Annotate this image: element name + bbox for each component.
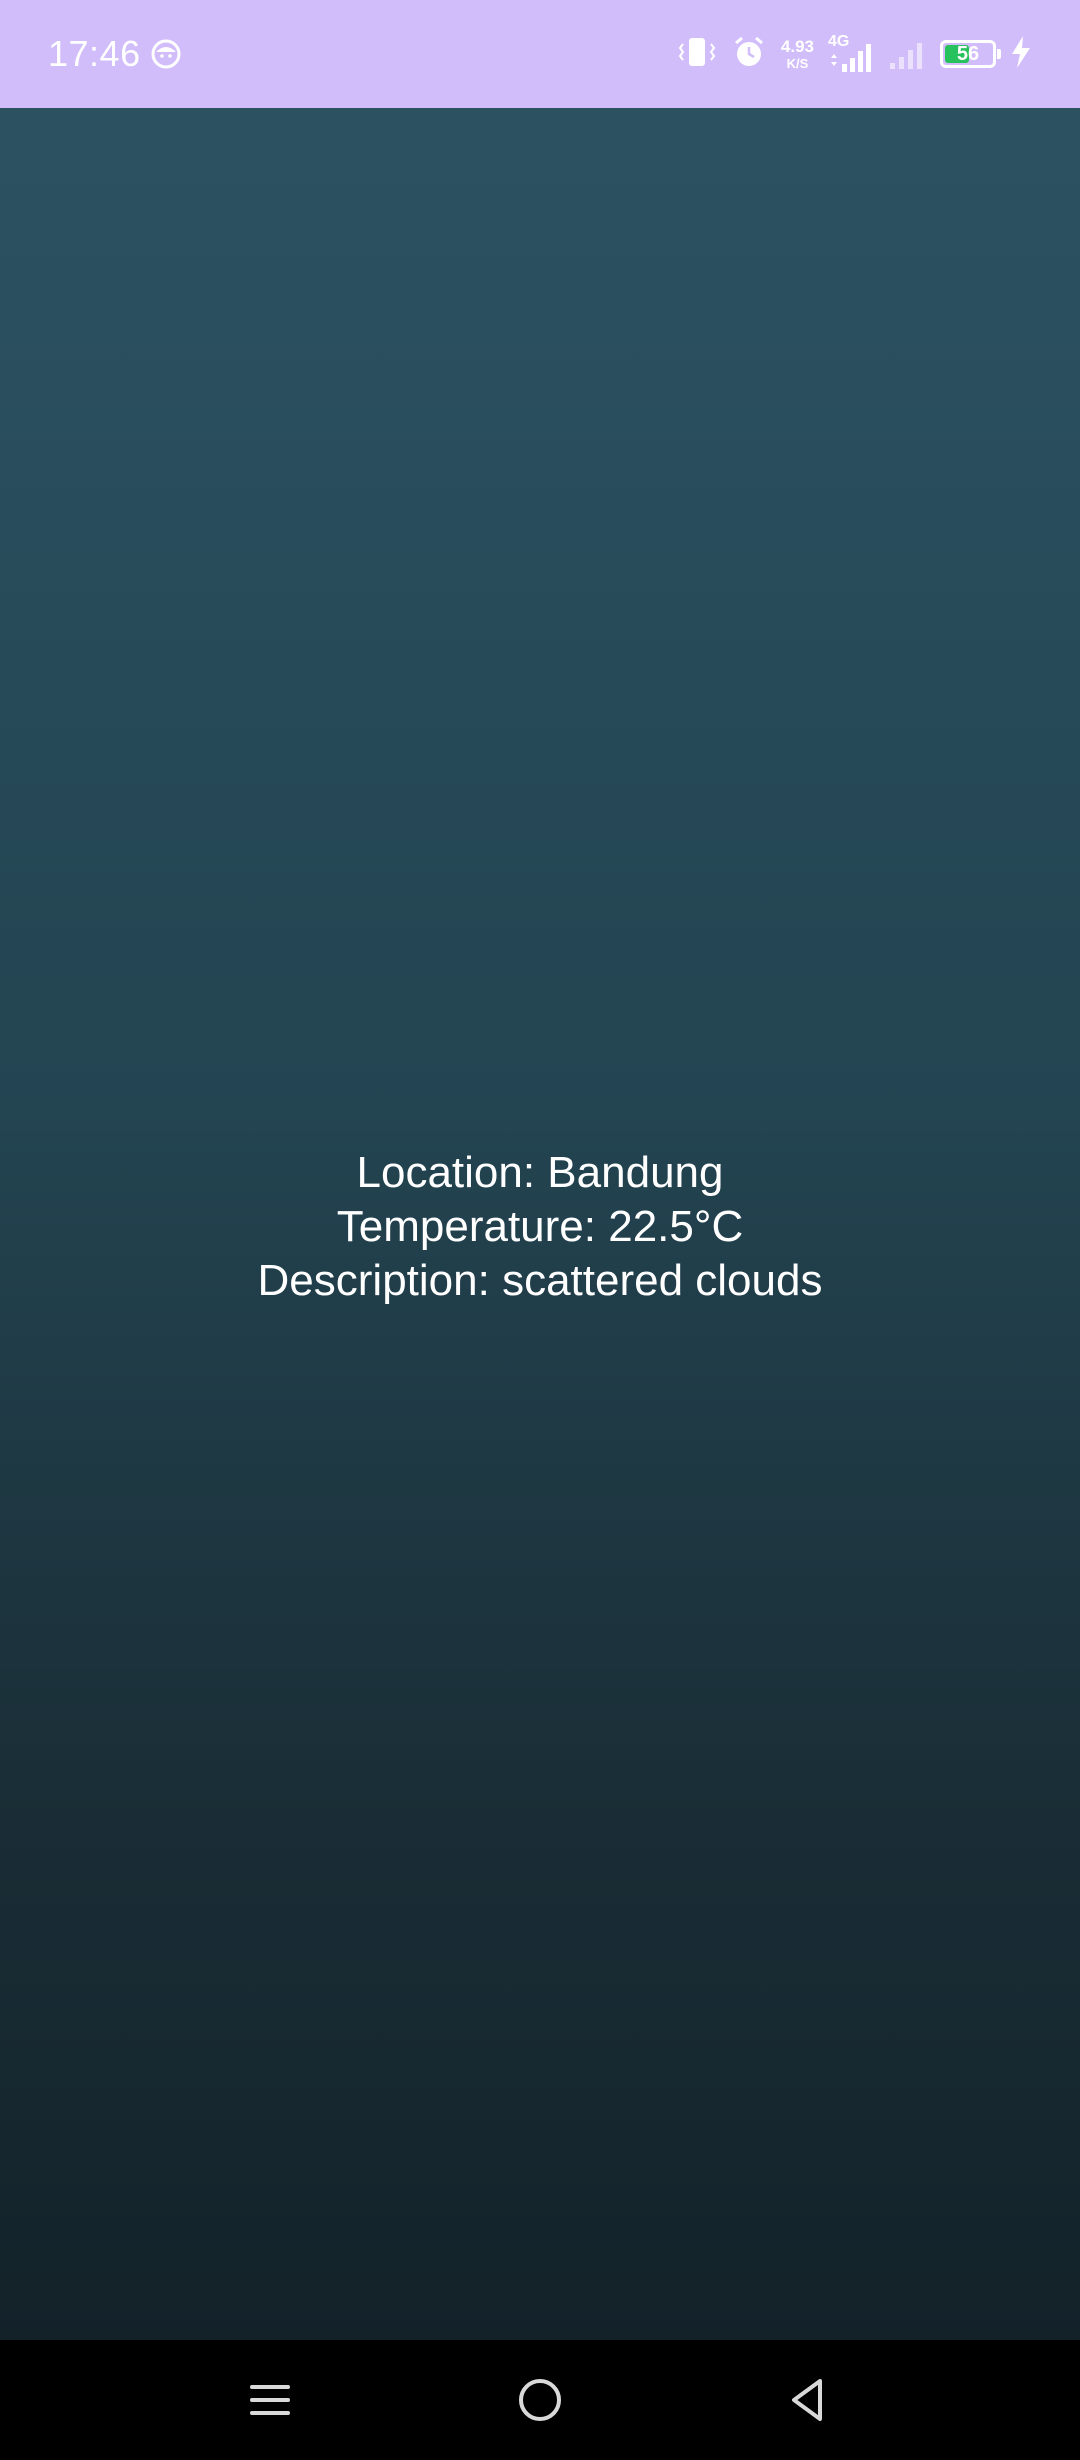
status-time: 17:46 [48,33,141,74]
menu-icon[interactable] [240,2370,300,2430]
alarm-icon [731,34,767,75]
network-speed-value: 4.93 [780,36,814,56]
charging-icon [1010,35,1032,74]
description-text: Description: scattered clouds [257,1256,823,1305]
weather-info: Location: Bandung Temperature: 22.5°C De… [0,1146,1080,1308]
home-icon[interactable] [510,2370,570,2430]
location-text: Location: Bandung [356,1148,724,1197]
battery-level: 56 [956,43,980,65]
vibrate-icon [677,35,717,74]
battery-icon: 56 [940,40,1001,68]
signal-4g-icon: 4G [828,34,874,74]
temperature-text: Temperature: 22.5°C [336,1202,744,1251]
back-icon[interactable] [778,2370,838,2430]
phone-screen: 17:46 4.93 K/S 4G 56 Location: Bandung T… [0,0,1080,2460]
status-bar: 17:46 4.93 K/S 4G 56 [0,0,1080,108]
signal-weak-icon [888,33,926,76]
navigation-bar [0,2340,1080,2460]
face-app-icon [150,38,182,70]
status-icons: 4.93 K/S 4G 56 [677,28,1032,80]
network-speed: 4.93 K/S [780,36,814,71]
network-speed-unit: K/S [786,55,809,71]
weather-screen: Location: Bandung Temperature: 22.5°C De… [0,108,1080,2340]
